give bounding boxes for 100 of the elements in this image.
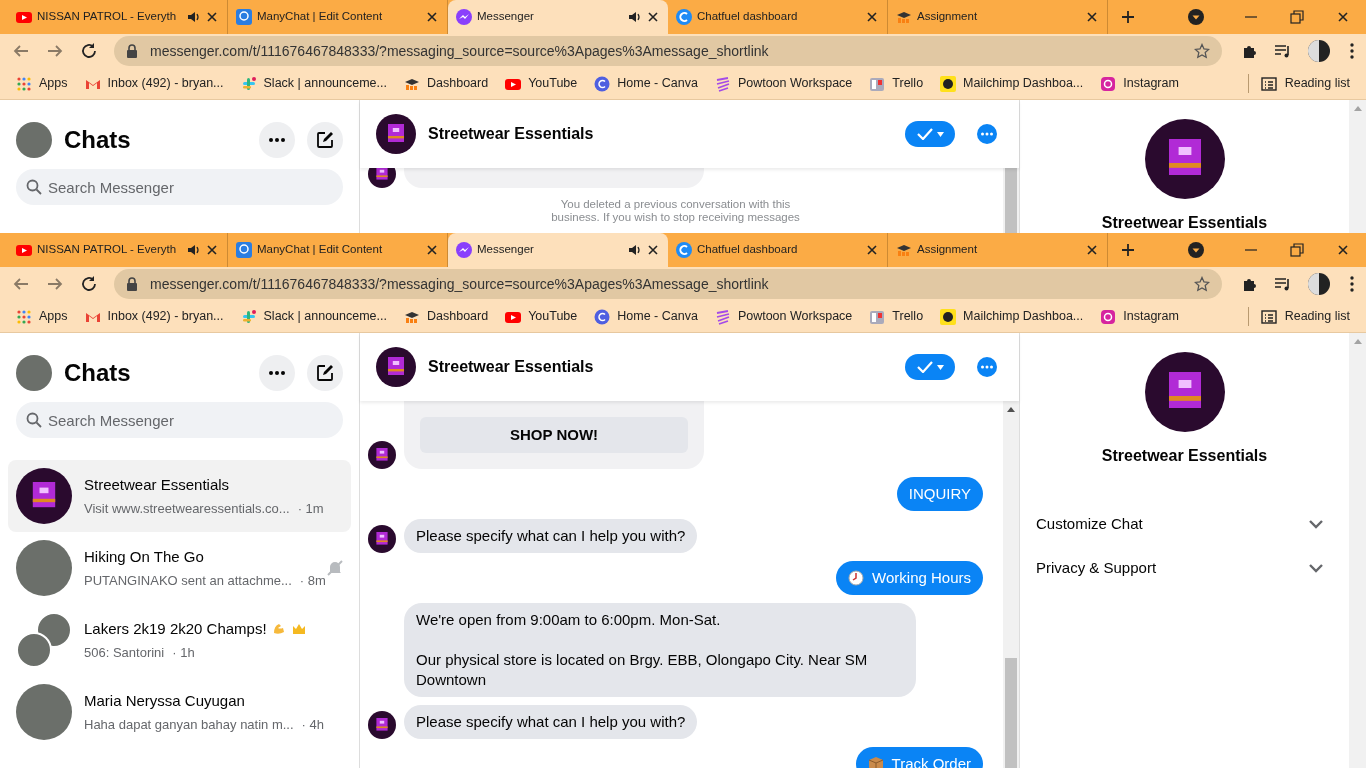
more-options-icon[interactable] <box>977 357 997 377</box>
restore-icon[interactable] <box>1290 10 1304 24</box>
close-icon[interactable] <box>646 243 660 257</box>
close-icon[interactable] <box>425 243 439 257</box>
scrollbar[interactable] <box>1003 401 1019 768</box>
close-icon[interactable] <box>1085 10 1099 24</box>
scrollbar-thumb[interactable] <box>1005 658 1017 768</box>
chat-name: Maria Neryssa Cuyugan <box>84 690 245 711</box>
bookmark-link[interactable]: Trello <box>869 74 924 93</box>
close-icon[interactable] <box>865 243 879 257</box>
close-icon[interactable] <box>1336 243 1350 257</box>
mark-done-button[interactable] <box>905 121 955 147</box>
hash-logo-icon <box>240 308 257 325</box>
list-icon <box>1260 75 1277 92</box>
bookmark-link[interactable]: YouTube <box>505 307 578 326</box>
reading-list-button[interactable]: Reading list <box>1247 74 1350 93</box>
reload-icon[interactable] <box>80 42 98 60</box>
bookmark-link[interactable]: Inbox (492) - bryan... <box>84 74 224 93</box>
more-options-button[interactable] <box>259 122 295 158</box>
star-icon[interactable] <box>1194 276 1210 292</box>
new-message-button[interactable] <box>307 122 343 158</box>
more-options-button[interactable] <box>259 355 295 391</box>
stripes-logo-icon <box>714 75 731 92</box>
shop-now-button[interactable]: SHOP NOW! <box>420 417 688 453</box>
address-bar[interactable]: messenger.com/t/111676467848333/?messaging_source=source%3Apages%3Amessage_shortlink <box>114 36 1222 66</box>
scrollbar[interactable] <box>1349 333 1366 768</box>
menu-icon[interactable] <box>1350 43 1354 59</box>
lock-icon <box>126 277 138 291</box>
speaker-icon[interactable] <box>186 243 200 257</box>
scroll-up-arrow-icon[interactable] <box>1007 407 1015 412</box>
video-logo-icon <box>16 242 32 258</box>
new-message-button[interactable] <box>307 355 343 391</box>
bookmark-link[interactable]: Dashboard <box>404 74 489 93</box>
close-icon[interactable] <box>1336 10 1350 24</box>
playlist-icon[interactable] <box>1274 43 1292 59</box>
sent-message: INQUIRY <box>896 477 983 511</box>
bookmark-link[interactable]: Powtoon Workspace <box>714 74 853 93</box>
bookmark-link[interactable]: Mailchimp Dashboa... <box>940 307 1084 326</box>
bookmark-link[interactable]: Home - Canva <box>594 307 698 326</box>
received-message: Please specify what can I help you with? <box>404 519 698 553</box>
chat-list-item[interactable]: Lakers 2k19 2k20 Champs! 506: Santorini · 1h <box>8 604 351 676</box>
bookmark-link[interactable]: Mailchimp Dashboa... <box>940 74 1084 93</box>
browser-tab[interactable]: Messenger <box>448 0 668 34</box>
business-avatar <box>376 347 416 387</box>
more-options-icon[interactable] <box>977 124 997 144</box>
avatar-icon[interactable] <box>1308 273 1330 295</box>
bookmark-link[interactable]: Instagram <box>1100 74 1179 93</box>
details-section[interactable]: Privacy & Support <box>1036 546 1333 590</box>
dropdown-icon[interactable] <box>1188 9 1204 25</box>
search-field[interactable]: Search Messenger <box>16 169 343 205</box>
bookmark-link[interactable]: YouTube <box>505 74 578 93</box>
chat-list-item[interactable]: Maria Neryssa Cuyugan Haha dapat ganyan bahay natin m... · 4h <box>8 676 351 748</box>
sent-message: Working Hours <box>836 561 983 595</box>
plus-icon[interactable] <box>1120 242 1136 258</box>
caret-icon <box>936 131 944 137</box>
lock-icon <box>126 44 138 58</box>
bookmark-link[interactable]: Powtoon Workspace <box>714 307 853 326</box>
plus-icon[interactable] <box>1120 9 1136 25</box>
address-bar[interactable]: messenger.com/t/111676467848333/?messaging_source=source%3Apages%3Amessage_shortlink <box>114 269 1222 299</box>
message-preview: 506: Santorini <box>84 644 165 662</box>
close-icon[interactable] <box>865 10 879 24</box>
avatar-icon[interactable] <box>1308 40 1330 62</box>
puzzle-icon[interactable] <box>1242 43 1258 59</box>
close-icon[interactable] <box>646 10 660 24</box>
reload-icon[interactable] <box>80 275 98 293</box>
bookmark-link[interactable]: Slack | announceme... <box>240 74 387 93</box>
close-icon[interactable] <box>205 243 219 257</box>
timestamp: · 1m <box>297 500 324 518</box>
bookmark-link[interactable]: Slack | announceme... <box>240 307 387 326</box>
chat-list-item[interactable]: Hiking On The Go PUTANGINAKO sent an attachme... · 8m <box>8 532 351 604</box>
bookmark-link[interactable]: Apps <box>16 307 68 326</box>
bookmark-link[interactable]: Home - Canva <box>594 74 698 93</box>
bookmark-link[interactable]: Dashboard <box>404 307 489 326</box>
playlist-icon[interactable] <box>1274 276 1292 292</box>
details-section[interactable]: Customize Chat <box>1036 502 1333 546</box>
restore-icon[interactable] <box>1290 243 1304 257</box>
speaker-icon[interactable] <box>627 10 641 24</box>
search-icon <box>26 412 42 428</box>
bookmark-link[interactable]: Instagram <box>1100 307 1179 326</box>
star-icon[interactable] <box>1194 43 1210 59</box>
scrollbar[interactable] <box>1349 100 1366 233</box>
chat-list-item[interactable]: Streetwear Essentials Visit www.streetwearessentials.co... · 1m <box>8 460 351 532</box>
bookmark-link[interactable]: Inbox (492) - bryan... <box>84 307 224 326</box>
photo-placeholder <box>16 540 72 596</box>
close-icon[interactable] <box>205 10 219 24</box>
speaker-icon[interactable] <box>627 243 641 257</box>
browser-tab[interactable]: Messenger <box>448 233 668 267</box>
speaker-icon[interactable] <box>186 10 200 24</box>
menu-icon[interactable] <box>1350 276 1354 292</box>
puzzle-icon[interactable] <box>1242 276 1258 292</box>
search-field[interactable]: Search Messenger <box>16 402 343 438</box>
board-logo-icon <box>869 308 886 325</box>
business-avatar <box>368 525 396 553</box>
dropdown-icon[interactable] <box>1188 242 1204 258</box>
close-icon[interactable] <box>1085 243 1099 257</box>
mark-done-button[interactable] <box>905 354 955 380</box>
reading-list-button[interactable]: Reading list <box>1247 307 1350 326</box>
close-icon[interactable] <box>425 10 439 24</box>
bookmark-link[interactable]: Trello <box>869 307 924 326</box>
bookmark-link[interactable]: Apps <box>16 74 68 93</box>
